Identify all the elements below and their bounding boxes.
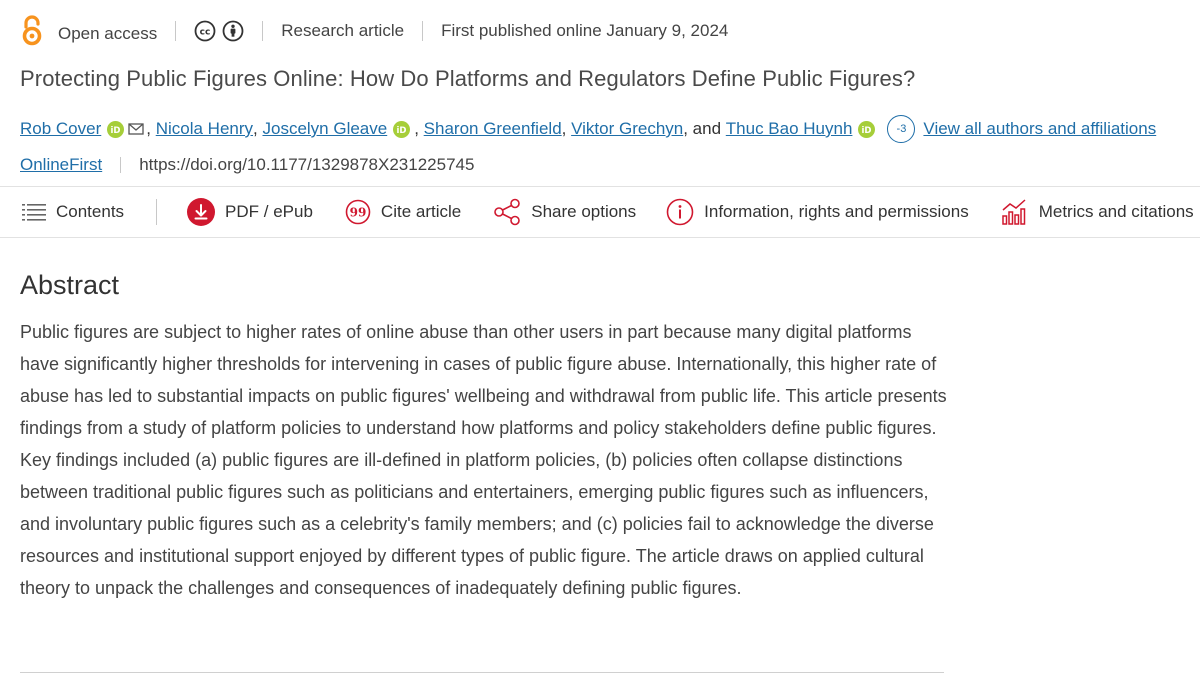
info-icon [666, 198, 694, 226]
metrics-icon [1001, 199, 1026, 225]
orcid-icon[interactable]: iD [107, 120, 125, 138]
pdf-epub-button[interactable]: PDF / ePub [187, 198, 313, 226]
section-divider [20, 672, 944, 673]
doi-text: https://doi.org/10.1177/1329878X23122574… [139, 155, 475, 174]
author-link-5[interactable]: Thuc Bao Huynh [726, 119, 853, 139]
creative-commons-icon: cc [194, 20, 216, 42]
information-rights-button[interactable]: Information, rights and permissions [666, 198, 969, 226]
article-meta-row: Open access cc Research article First pu… [20, 14, 728, 48]
cite-article-button[interactable]: 99 Cite article [345, 199, 461, 225]
cite-article-label: Cite article [380, 202, 462, 221]
more-authors-badge[interactable]: -3 [887, 115, 916, 143]
orcid-icon[interactable]: iD [393, 120, 411, 138]
svg-text:99: 99 [350, 206, 367, 220]
author-link-3[interactable]: Sharon Greenfield [424, 119, 562, 139]
attribution-icon [222, 20, 244, 42]
share-options-button[interactable]: Share options [493, 198, 636, 226]
view-all-authors-link[interactable]: View all authors and affiliations [923, 119, 1156, 139]
article-toolbar: Contents PDF / ePub 99 Cite article Shar… [0, 186, 1200, 238]
issue-link[interactable]: OnlineFirst [20, 155, 102, 175]
contents-button[interactable]: Contents [22, 202, 124, 222]
license-icons[interactable]: cc [194, 20, 244, 42]
toolbar-separator [156, 199, 158, 225]
doi-row: OnlineFirst https://doi.org/10.1177/1329… [20, 152, 474, 178]
svg-text:iD: iD [111, 125, 121, 135]
author-link-2[interactable]: Joscelyn Gleave [262, 119, 387, 139]
information-rights-label: Information, rights and permissions [704, 202, 969, 221]
article-title: Protecting Public Figures Online: How Do… [20, 66, 916, 91]
share-icon [494, 198, 521, 226]
download-icon [187, 198, 216, 226]
contents-label: Contents [56, 202, 125, 221]
email-icon[interactable] [128, 122, 144, 136]
svg-text:cc: cc [200, 28, 211, 38]
meta-separator [422, 21, 424, 41]
doi-separator [120, 157, 122, 173]
svg-text:iD: iD [397, 125, 407, 135]
share-options-label: Share options [531, 202, 637, 221]
abstract-body: Public figures are subject to higher rat… [20, 322, 947, 598]
authors-row: Rob Cover iD , Nicola Henry, Joscelyn Gl… [20, 115, 1156, 143]
metrics-citations-button[interactable]: Metrics and citations [1001, 198, 1194, 226]
author-link-0[interactable]: Rob Cover [20, 119, 101, 139]
meta-separator [262, 21, 264, 41]
pdf-epub-label: PDF / ePub [225, 202, 313, 221]
article-type: Research article [281, 21, 405, 40]
publication-date: First published online January 9, 2024 [441, 21, 729, 40]
abstract-heading: Abstract [20, 270, 120, 300]
author-link-4[interactable]: Viktor Grechyn [571, 119, 683, 139]
meta-separator [175, 21, 177, 41]
author-link-1[interactable]: Nicola Henry [156, 119, 253, 139]
svg-text:iD: iD [862, 125, 872, 135]
open-access-icon [20, 14, 48, 48]
orcid-icon[interactable]: iD [858, 120, 876, 138]
list-icon [22, 204, 46, 221]
metrics-citations-label: Metrics and citations [1038, 202, 1194, 221]
author-conjunction: , and [683, 119, 722, 138]
quote-icon: 99 [345, 199, 371, 225]
open-access-label: Open access [58, 24, 158, 43]
